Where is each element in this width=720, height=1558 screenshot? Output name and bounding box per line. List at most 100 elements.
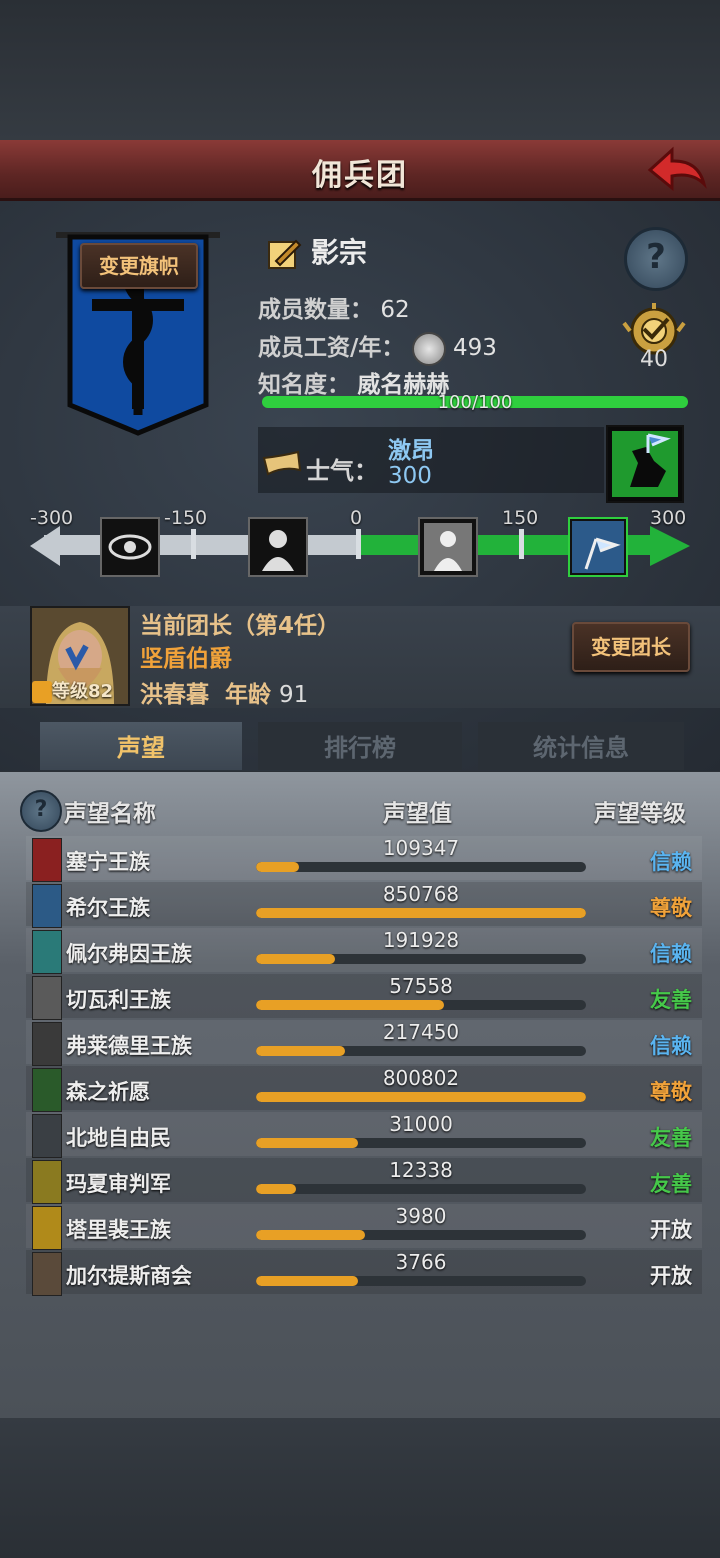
reputation-level: 友善 xyxy=(650,1126,692,1150)
reputation-progress-fill xyxy=(256,1046,346,1056)
table-row[interactable]: 切瓦利王族 57558 友善 xyxy=(26,974,702,1020)
reputation-value: 850768 xyxy=(382,882,460,906)
back-button[interactable] xyxy=(646,144,710,196)
faction-name: 北地自由民 xyxy=(66,1126,171,1150)
reputation-value: 3980 xyxy=(395,1204,447,1228)
wage-label: 成员工资/年： xyxy=(258,335,405,361)
morale-label: 士气： xyxy=(306,457,378,485)
table-row[interactable]: 加尔提斯商会 3766 开放 xyxy=(26,1250,702,1296)
header-reputation-value: 声望值 xyxy=(383,801,452,827)
faction-crest-icon xyxy=(32,884,62,928)
reputation-level: 尊敬 xyxy=(650,896,692,920)
reputation-value: 800802 xyxy=(382,1066,460,1090)
table-row[interactable]: 塞宁王族 109347 信赖 xyxy=(26,836,702,882)
table-row[interactable]: 森之祈愿 800802 尊敬 xyxy=(26,1066,702,1112)
table-row[interactable]: 弗莱德里王族 217450 信赖 xyxy=(26,1020,702,1066)
faction-name: 佩尔弗因王族 xyxy=(66,942,192,966)
guild-name-row: 影宗 xyxy=(266,231,367,271)
tab-ranking[interactable]: 排行榜 xyxy=(258,722,462,770)
reputation-progress-fill xyxy=(256,908,586,918)
reputation-progress-fill xyxy=(256,1092,586,1102)
top-background xyxy=(0,0,720,140)
tab-statistics[interactable]: 统计信息 xyxy=(478,722,684,770)
reputation-level: 友善 xyxy=(650,988,692,1012)
reputation-progress-fill xyxy=(256,1230,365,1240)
guild-name: 影宗 xyxy=(310,236,367,269)
scale-label-neg150: -150 xyxy=(164,507,208,529)
members-value: 62 xyxy=(380,297,410,323)
reputation-progress-bar xyxy=(256,1092,586,1102)
table-row[interactable]: 塔里裴王族 3980 开放 xyxy=(26,1204,702,1250)
morale-value: 300 xyxy=(388,463,432,489)
reputation-progress-fill xyxy=(256,1184,296,1194)
reputation-progress-fill xyxy=(256,1000,445,1010)
leader-level-text: 等级82 xyxy=(52,681,114,702)
reputation-level: 开放 xyxy=(650,1264,692,1288)
edit-icon[interactable] xyxy=(266,237,302,271)
faction-crest-icon xyxy=(32,1206,62,1250)
help-button[interactable]: ? xyxy=(624,227,688,291)
faction-crest-icon xyxy=(32,930,62,974)
question-icon: ? xyxy=(646,237,666,277)
wage-row: 成员工资/年： 493 xyxy=(258,328,497,366)
faction-name: 塔里裴王族 xyxy=(66,1218,171,1242)
reputation-progress-bar xyxy=(256,862,586,872)
question-icon: ? xyxy=(34,797,48,822)
reputation-value: 12338 xyxy=(389,1158,453,1182)
reputation-progress-bar xyxy=(256,908,586,918)
faction-name: 希尔王族 xyxy=(66,896,150,920)
reputation-level: 信赖 xyxy=(650,850,692,874)
back-arrow-icon xyxy=(647,146,707,192)
reputation-level: 开放 xyxy=(650,1218,692,1242)
scale-tick xyxy=(356,529,361,559)
reputation-help-button[interactable]: ? xyxy=(20,790,62,832)
reputation-progress-fill xyxy=(256,1276,359,1286)
reputation-level: 友善 xyxy=(650,1172,692,1196)
faction-name: 弗莱德里王族 xyxy=(66,1034,192,1058)
morale-despair-icon[interactable] xyxy=(248,517,308,577)
change-flag-button[interactable]: 变更旗帜 xyxy=(80,243,198,289)
scale-right-arrow xyxy=(650,526,690,566)
table-row[interactable]: 佩尔弗因王族 191928 信赖 xyxy=(26,928,702,974)
faction-crest-icon xyxy=(32,1252,62,1296)
morale-status-icon[interactable] xyxy=(606,425,684,503)
morale-scale-negative xyxy=(44,535,360,555)
reputation-value: 217450 xyxy=(382,1020,460,1044)
table-row[interactable]: 希尔王族 850768 尊敬 xyxy=(26,882,702,928)
page-title: 佣兵团 xyxy=(312,158,408,193)
scale-tick xyxy=(191,529,196,559)
members-row: 成员数量： 62 xyxy=(258,290,410,324)
table-row[interactable]: 玛夏审判军 12338 友善 xyxy=(26,1158,702,1204)
faction-crest-icon xyxy=(32,838,62,882)
scale-label-0: 0 xyxy=(350,507,363,529)
leader-name-age: 洪春暮 年龄 91 xyxy=(140,675,308,709)
morale-high-icon[interactable] xyxy=(568,517,628,577)
morale-eye-icon[interactable] xyxy=(100,517,160,577)
faction-crest-icon xyxy=(32,1068,62,1112)
reputation-progress-bar xyxy=(256,1046,586,1056)
scale-label-150: 150 xyxy=(502,507,539,529)
silver-coin-icon xyxy=(411,331,446,366)
reputation-progress-fill xyxy=(256,862,299,872)
leader-name: 洪春暮 xyxy=(140,682,209,708)
tab-reputation[interactable]: 声望 xyxy=(40,722,242,770)
faction-crest-icon xyxy=(32,1114,62,1158)
header-reputation-level: 声望等级 xyxy=(594,801,686,827)
header-bar: 佣兵团 xyxy=(0,140,720,201)
table-row[interactable]: 北地自由民 31000 友善 xyxy=(26,1112,702,1158)
reputation-progress-fill xyxy=(256,954,336,964)
age-value: 91 xyxy=(279,682,309,708)
reputation-value: 191928 xyxy=(382,928,460,952)
faction-crest-icon xyxy=(32,976,62,1020)
reputation-progress-bar xyxy=(256,954,586,964)
fame-progress-text: 100/100 xyxy=(437,392,513,413)
faction-crest-icon xyxy=(32,1022,62,1066)
change-leader-button[interactable]: 变更团长 xyxy=(572,622,690,672)
current-leader-label: 当前团长（第4任） xyxy=(140,613,341,639)
morale-calm-icon[interactable] xyxy=(418,517,478,577)
leader-level: 等级82 xyxy=(32,677,113,703)
faction-name: 塞宁王族 xyxy=(66,850,150,874)
wage-value: 493 xyxy=(453,335,497,361)
reputation-level: 尊敬 xyxy=(650,1080,692,1104)
age-label: 年龄 xyxy=(225,682,272,708)
